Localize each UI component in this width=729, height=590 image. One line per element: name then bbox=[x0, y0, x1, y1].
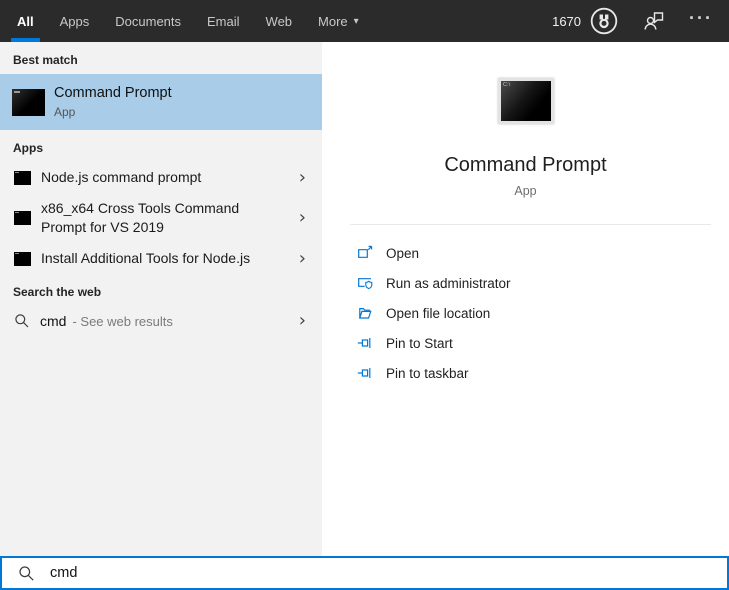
web-query-suffix: - See web results bbox=[72, 313, 173, 329]
preview-hero: C:\ Command Prompt App bbox=[322, 42, 729, 198]
rewards-points: 1670 bbox=[552, 13, 582, 29]
open-folder-icon bbox=[358, 308, 372, 319]
action-pin-to-taskbar-label: Pin to taskbar bbox=[386, 365, 469, 381]
tab-more-label: More bbox=[318, 13, 348, 29]
tab-email[interactable]: Email bbox=[194, 0, 253, 42]
command-prompt-icon bbox=[12, 88, 45, 116]
tab-web-label: Web bbox=[265, 13, 293, 29]
terminal-icon bbox=[14, 211, 31, 225]
topbar-right-cluster: 1670 ··· bbox=[552, 0, 713, 42]
tab-apps-label: Apps bbox=[59, 13, 90, 29]
open-icon bbox=[358, 245, 373, 258]
action-pin-to-start[interactable]: Pin to Start bbox=[322, 328, 729, 358]
best-match-title: Command Prompt bbox=[54, 85, 172, 101]
divider bbox=[350, 224, 711, 225]
apps-header: Apps bbox=[13, 141, 43, 155]
shield-window-icon bbox=[358, 278, 373, 290]
rewards-medal-icon[interactable] bbox=[589, 6, 619, 36]
action-open-file-location[interactable]: Open file location bbox=[322, 298, 729, 328]
best-match-text: Command Prompt App bbox=[54, 85, 172, 119]
preview-panel: C:\ Command Prompt App Open Run as admin… bbox=[322, 42, 729, 556]
results-panel: Best match Command Prompt App Apps Node.… bbox=[0, 42, 322, 556]
app-item-title: x86_x64 Cross Tools Command Prompt for V… bbox=[41, 200, 240, 235]
action-run-as-administrator[interactable]: Run as administrator bbox=[322, 268, 729, 298]
action-pin-to-taskbar[interactable]: Pin to taskbar bbox=[322, 358, 729, 388]
command-prompt-icon-text: C:\ bbox=[502, 81, 510, 88]
more-options-icon[interactable]: ··· bbox=[689, 9, 713, 33]
search-input[interactable]: cmd bbox=[0, 556, 729, 590]
search-the-web-header: Search the web bbox=[13, 285, 102, 299]
app-item-cross-tools-command-prompt[interactable]: x86_x64 Cross Tools Command Prompt for V… bbox=[0, 193, 322, 243]
command-prompt-large-icon: C:\ bbox=[497, 78, 554, 124]
chevron-down-icon: ▾ bbox=[353, 15, 359, 27]
filter-tabs: All Apps Documents Email Web More ▾ bbox=[4, 0, 372, 42]
search-input-value: cmd bbox=[50, 565, 78, 581]
action-open-file-location-label: Open file location bbox=[386, 305, 491, 321]
chevron-right-icon[interactable]: › bbox=[299, 168, 312, 187]
best-match-subtitle: App bbox=[54, 105, 76, 119]
action-open-label: Open bbox=[386, 245, 420, 261]
terminal-icon bbox=[14, 251, 31, 266]
action-list: Open Run as administrator Open file loca… bbox=[322, 238, 729, 388]
pin-icon bbox=[357, 368, 371, 378]
terminal-icon bbox=[14, 170, 31, 185]
tab-apps[interactable]: Apps bbox=[47, 0, 103, 42]
app-item-title: Node.js command prompt bbox=[41, 169, 202, 185]
preview-subtitle: App bbox=[514, 184, 537, 198]
action-open[interactable]: Open bbox=[322, 238, 729, 268]
search-icon bbox=[19, 565, 34, 581]
app-item-install-additional-tools[interactable]: Install Additional Tools for Node.js › bbox=[0, 243, 322, 274]
action-run-as-administrator-label: Run as administrator bbox=[386, 275, 511, 291]
best-match-command-prompt[interactable]: Command Prompt App bbox=[0, 74, 322, 130]
app-item-title: Install Additional Tools for Node.js bbox=[41, 250, 251, 266]
tab-all-label: All bbox=[17, 13, 34, 29]
tab-documents[interactable]: Documents bbox=[102, 0, 194, 42]
tab-more[interactable]: More ▾ bbox=[305, 0, 372, 42]
preview-title: Command Prompt bbox=[444, 154, 607, 176]
tab-documents-label: Documents bbox=[115, 13, 182, 29]
chevron-right-icon[interactable]: › bbox=[299, 209, 312, 227]
search-filter-bar: All Apps Documents Email Web More ▾ 1670… bbox=[0, 0, 729, 42]
tab-email-label: Email bbox=[207, 13, 240, 29]
feedback-person-icon[interactable] bbox=[643, 10, 665, 32]
action-pin-to-start-label: Pin to Start bbox=[386, 335, 453, 351]
app-item-nodejs-command-prompt[interactable]: Node.js command prompt › bbox=[0, 162, 322, 193]
search-icon bbox=[15, 314, 29, 328]
web-query: cmd bbox=[40, 313, 67, 329]
tab-web[interactable]: Web bbox=[253, 0, 306, 42]
pin-icon bbox=[357, 338, 371, 348]
best-match-header: Best match bbox=[13, 53, 78, 67]
web-result-cmd[interactable]: cmd - See web results › bbox=[0, 306, 322, 336]
tab-all[interactable]: All bbox=[4, 0, 47, 42]
chevron-right-icon[interactable]: › bbox=[299, 312, 312, 330]
chevron-right-icon[interactable]: › bbox=[299, 249, 312, 268]
